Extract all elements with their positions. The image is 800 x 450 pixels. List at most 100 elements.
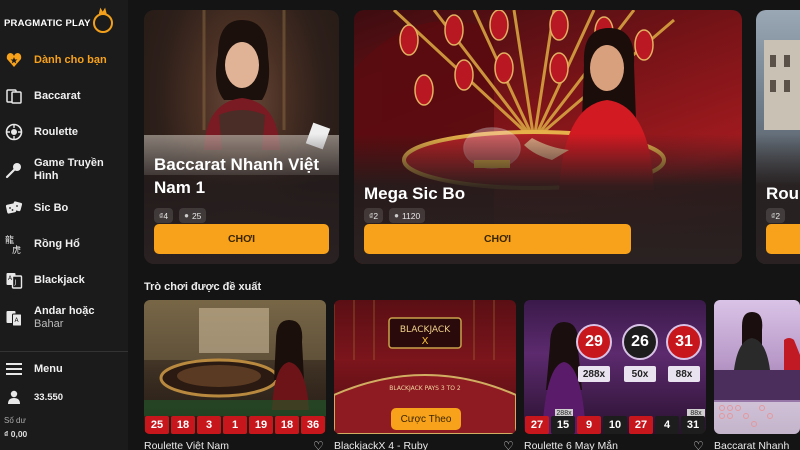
user-icon: ●: [184, 211, 189, 220]
game-name[interactable]: Roulette Việt Nam: [144, 440, 229, 450]
roulette-table-image: [144, 300, 326, 416]
user-icon: ●: [394, 211, 399, 220]
menu-label: Menu: [34, 363, 63, 375]
result-number: 18: [275, 416, 299, 434]
result-number: 9: [577, 416, 601, 434]
sidebar: PRAGMATIC PLAY Dành cho bạn Baccarat Rou…: [0, 0, 128, 450]
players-count: 1120: [401, 210, 421, 221]
game-title: Roul: [766, 184, 800, 203]
sidebar-item-sic-bo[interactable]: Sic Bo: [0, 198, 128, 218]
result-history: 27 15 9 10 27 4 31: [524, 416, 706, 434]
svg-text:虎: 虎: [12, 244, 21, 254]
sidebar-item-andar-bahar[interactable]: A Andar hoặc Bahar: [0, 304, 128, 332]
blackjack-cards-icon: AJ: [4, 270, 24, 290]
result-number: 15: [551, 416, 575, 434]
featured-card-baccarat[interactable]: Baccarat Nhanh Việt Nam 1 ₫4 ● 25 CHƠI: [144, 10, 339, 264]
game-meta: ₫2: [766, 208, 786, 223]
heart-star-icon: [4, 50, 24, 70]
sidebar-item-label: Andar hoặc Bahar: [34, 305, 124, 331]
sidebar-item-label: Game Truyền Hình: [34, 157, 104, 182]
favorite-heart-icon[interactable]: ♡: [313, 439, 324, 450]
players-chip: ● 25: [179, 208, 207, 223]
roulette-wheel-icon: [4, 122, 24, 142]
follow-bet-button[interactable]: Cược Theo: [391, 408, 461, 430]
multiplier-label: 50x: [624, 366, 656, 382]
stake-chip: ₫2: [766, 208, 786, 223]
featured-card-mega-sic-bo[interactable]: Mega Sic Bo ₫2 ● 1120 CHƠI: [354, 10, 742, 264]
crown-icon: [92, 13, 113, 33]
balance-label: Số dư: [4, 416, 26, 425]
sidebar-item-label: Roulette: [34, 126, 78, 138]
multiplier-label: 288x: [578, 366, 610, 382]
result-number: 4: [655, 416, 679, 434]
featured-card-roulette[interactable]: Roul ₫2: [756, 10, 800, 264]
favorite-heart-icon[interactable]: ♡: [503, 439, 514, 450]
game-tile-baccarat-nhanh[interactable]: [714, 300, 800, 434]
play-button[interactable]: [766, 224, 800, 254]
stake-chip: ₫2: [364, 208, 384, 223]
multiplier-value: 88x: [675, 368, 693, 380]
ball-number: 29: [585, 333, 603, 350]
favorite-heart-icon[interactable]: ♡: [693, 439, 704, 450]
sidebar-item-label: Sic Bo: [34, 202, 69, 214]
sidebar-item-blackjack[interactable]: AJ Blackjack: [0, 270, 128, 290]
game-name[interactable]: BlackjackX 4 - Ruby: [334, 440, 428, 450]
dragon-tiger-icon: 龍虎: [4, 234, 24, 254]
players-count: 25: [191, 210, 202, 221]
ball-number: 26: [631, 333, 649, 350]
result-number: 25: [145, 416, 169, 434]
stake-value: ₫4: [159, 210, 169, 221]
game-name[interactable]: Baccarat Nhanh: [714, 440, 789, 450]
game-meta: ₫2 ● 1120: [364, 208, 426, 223]
sidebar-item-game-shows[interactable]: Game Truyền Hình: [0, 156, 128, 184]
lucky-ball: 29: [576, 324, 612, 360]
sidebar-item-for-you[interactable]: Dành cho bạn: [0, 50, 128, 70]
andar-label: Andar hoặc: [34, 305, 95, 317]
sidebar-item-label: Dành cho bạn: [34, 54, 107, 66]
result-number: 36: [301, 416, 325, 434]
andar-bahar-icon: A: [4, 308, 24, 328]
microphone-icon: [4, 160, 24, 180]
game-title: Baccarat Nhanh Việt Nam 1: [154, 155, 320, 197]
logo-text: PRAGMATIC PLAY: [4, 17, 91, 29]
menu-button[interactable]: Menu: [0, 360, 128, 378]
game-title: Mega Sic Bo: [364, 184, 466, 203]
result-number: 18: [171, 416, 195, 434]
game-tile-roulette-lucky-6[interactable]: 29 26 31 288x 50x 88x 288x 88x 27 15 9 1…: [524, 300, 706, 434]
game-tile-blackjackx-ruby[interactable]: BLACKJACK X BLACKJACK PAYS 3 TO 2 Cược T…: [334, 300, 516, 434]
points-value: 33.550: [34, 392, 64, 403]
balance-value: ₫ 0,00: [4, 429, 28, 439]
sidebar-item-label: Blackjack: [34, 274, 85, 286]
result-number: 10: [603, 416, 627, 434]
pragmatic-play-logo[interactable]: PRAGMATIC PLAY: [4, 6, 124, 40]
dice-icon: [4, 198, 24, 218]
main-content: Baccarat Nhanh Việt Nam 1 ₫4 ● 25 CHƠI M…: [128, 0, 800, 450]
multiplier-label: 88x: [668, 366, 700, 382]
result-number: 27: [525, 416, 549, 434]
result-number: 1: [223, 416, 247, 434]
stake-value: ₫2: [771, 210, 781, 221]
sidebar-item-label: Baccarat: [34, 90, 81, 102]
multiplier-value: 288x: [582, 368, 606, 380]
game-tile-roulette-vietnam[interactable]: 25 18 3 1 19 18 36: [144, 300, 326, 434]
user-icon: [4, 387, 24, 407]
stake-chip: ₫4: [154, 208, 174, 223]
play-button[interactable]: CHƠI: [364, 224, 631, 254]
cards-icon: [4, 86, 24, 106]
svg-text:龍: 龍: [5, 234, 14, 246]
account-points[interactable]: 33.550: [0, 388, 128, 406]
ball-number: 31: [675, 333, 693, 350]
game-meta: ₫4 ● 25: [154, 208, 207, 223]
svg-text:BLACKJACK PAYS 3 TO 2: BLACKJACK PAYS 3 TO 2: [389, 385, 461, 392]
play-button[interactable]: CHƠI: [154, 224, 329, 254]
game-name[interactable]: Roulette 6 May Mắn: [524, 440, 618, 450]
svg-text:J: J: [14, 279, 17, 286]
result-history: 25 18 3 1 19 18 36: [144, 416, 326, 434]
sidebar-item-dragon-tiger[interactable]: 龍虎 Rồng Hổ: [0, 234, 128, 254]
sidebar-item-roulette[interactable]: Roulette: [0, 122, 128, 142]
players-chip: ● 1120: [389, 208, 426, 223]
stake-value: ₫2: [369, 210, 379, 221]
sidebar-item-baccarat[interactable]: Baccarat: [0, 86, 128, 106]
result-number: 3: [197, 416, 221, 434]
result-number: 31: [681, 416, 705, 434]
